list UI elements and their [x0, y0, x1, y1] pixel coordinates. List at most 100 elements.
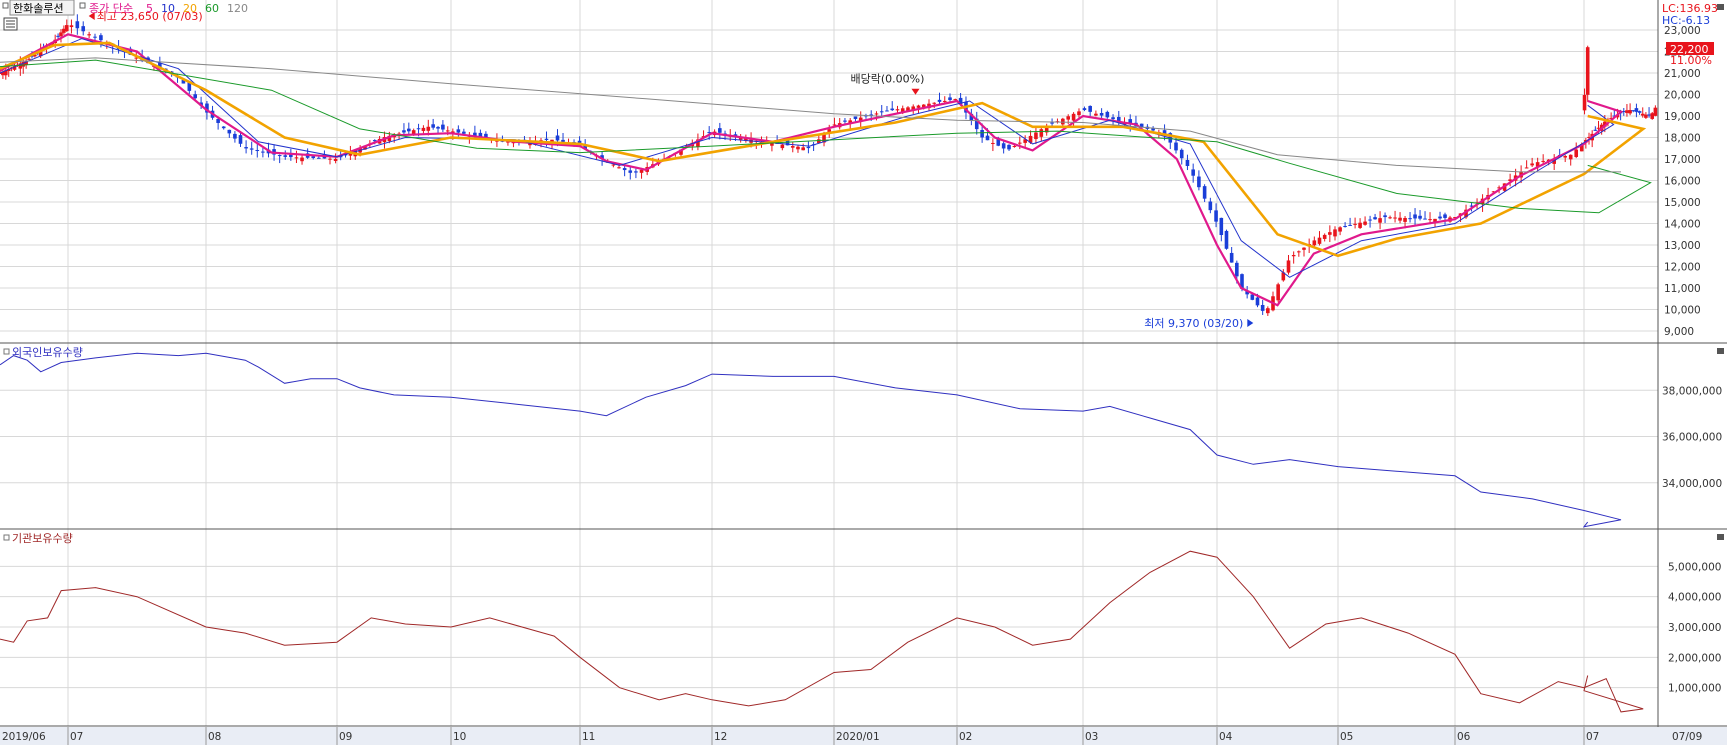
- candle-body: [544, 138, 549, 140]
- candle-body: [426, 126, 431, 131]
- x-tick-label: 04: [1219, 731, 1233, 743]
- candle-body: [75, 21, 80, 29]
- candle-body: [1418, 215, 1422, 219]
- candle-body: [238, 135, 243, 144]
- inst-holding-title: 기관보유수량: [12, 532, 73, 545]
- candle-body: [436, 126, 440, 129]
- candle-body: [801, 147, 805, 151]
- candle-body: [1383, 215, 1387, 218]
- low-annotation: 최저 9,370 (03/20): [1144, 317, 1243, 330]
- panel-max-icon[interactable]: [1717, 534, 1724, 540]
- candle-body: [1260, 304, 1265, 311]
- candle-body: [289, 154, 293, 158]
- candle-body: [1631, 110, 1636, 112]
- candle-body: [59, 32, 63, 37]
- candle-body: [1568, 154, 1573, 160]
- candle-body: [890, 108, 895, 111]
- candle-body: [1291, 255, 1296, 257]
- candle-body: [1286, 260, 1291, 273]
- candle-body: [1423, 218, 1427, 220]
- candle-body: [991, 142, 995, 144]
- candle-body: [1297, 251, 1301, 253]
- candle-body: [1585, 47, 1590, 95]
- candle-body: [617, 167, 621, 169]
- x-tick-label: 2020/01: [836, 731, 880, 743]
- candle-body: [255, 150, 260, 152]
- candle-body: [317, 157, 321, 159]
- price-tick-label: 19,000: [1664, 111, 1701, 123]
- candle-body: [611, 164, 616, 166]
- panel-handle-icon[interactable]: [3, 348, 10, 355]
- inst-tick-label: 4,000,000: [1668, 592, 1721, 604]
- candle-body: [916, 105, 921, 108]
- dividend-marker-icon: [911, 88, 920, 95]
- ma-settings-icon[interactable]: [79, 2, 86, 9]
- candle-body: [283, 155, 288, 157]
- candle-body: [1111, 117, 1115, 120]
- candle-body: [221, 126, 226, 129]
- candle-body: [1541, 160, 1545, 162]
- candle-body: [456, 129, 461, 133]
- x-tick-label: 09: [339, 731, 352, 743]
- candle-body: [333, 158, 338, 162]
- candle-body: [1266, 308, 1270, 314]
- institution-holding-panel: 기관보유수량: [0, 532, 1644, 713]
- panel-handle-icon[interactable]: [3, 534, 10, 541]
- price-tick-label: 14,000: [1664, 219, 1701, 231]
- candle-body: [1229, 252, 1234, 263]
- candle-body: [1647, 114, 1651, 116]
- price-tick-label: 16,000: [1664, 176, 1701, 188]
- candle-body: [1353, 223, 1357, 225]
- foreign-tick-label: 36,000,000: [1662, 432, 1722, 444]
- candle-body: [81, 26, 86, 32]
- candle-body: [1012, 146, 1017, 148]
- foreign-tick-label: 34,000,000: [1662, 478, 1722, 490]
- settings-handle-icon[interactable]: [2, 2, 9, 9]
- candle-body: [1363, 221, 1367, 225]
- candle-body: [1628, 110, 1632, 114]
- candle-body: [1393, 217, 1397, 219]
- candle-body: [1443, 214, 1447, 218]
- candle-body: [1413, 214, 1417, 219]
- candle-body: [87, 34, 91, 36]
- candle-body: [879, 111, 884, 113]
- candle-body: [796, 146, 800, 150]
- price-tick-label: 10,000: [1664, 305, 1701, 317]
- x-tick-label: 05: [1340, 731, 1353, 743]
- candle-body: [1408, 218, 1412, 220]
- ma-line-10: [0, 38, 1615, 278]
- candle-body: [1637, 111, 1642, 113]
- hc-readout: HC:-6.13: [1662, 14, 1710, 27]
- candle-body: [937, 99, 942, 102]
- candle-body: [1208, 201, 1213, 211]
- price-tick-label: 18,000: [1664, 133, 1701, 145]
- y-axis: 9,000 10,000 11,000 12,000 13,000 14,000 15,00…: [1662, 25, 1722, 695]
- x-tick-label: 07: [1586, 731, 1599, 743]
- price-tick-label: 15,000: [1664, 197, 1701, 209]
- candle-body: [99, 35, 103, 41]
- candle-body: [1322, 234, 1327, 239]
- panel-max-icon[interactable]: [1717, 348, 1724, 354]
- panel-max-icon[interactable]: [1717, 4, 1724, 10]
- candle-body: [407, 128, 411, 132]
- candle-body: [261, 151, 265, 153]
- candle-body: [1099, 113, 1104, 116]
- candle-body: [1071, 113, 1076, 121]
- x-tick-label: 08: [208, 731, 221, 743]
- candle-body: [790, 146, 795, 148]
- price-panel: 최고 23,650 (07/03)최저 9,370 (03/20)배당락(0.0…: [0, 10, 1658, 330]
- candle-body: [328, 158, 332, 160]
- candle-body: [311, 156, 316, 159]
- candle-body: [244, 147, 248, 149]
- candle-body: [1017, 142, 1022, 144]
- candle-body: [770, 143, 774, 146]
- candle-body: [1388, 217, 1392, 219]
- candle-body: [1094, 113, 1098, 116]
- candle-body: [853, 116, 858, 119]
- candle-body: [1276, 284, 1280, 301]
- candle-body: [1403, 217, 1407, 222]
- candle-body: [639, 169, 644, 173]
- candle-body: [227, 129, 232, 134]
- candle-body: [985, 135, 990, 141]
- candle-body: [69, 25, 74, 28]
